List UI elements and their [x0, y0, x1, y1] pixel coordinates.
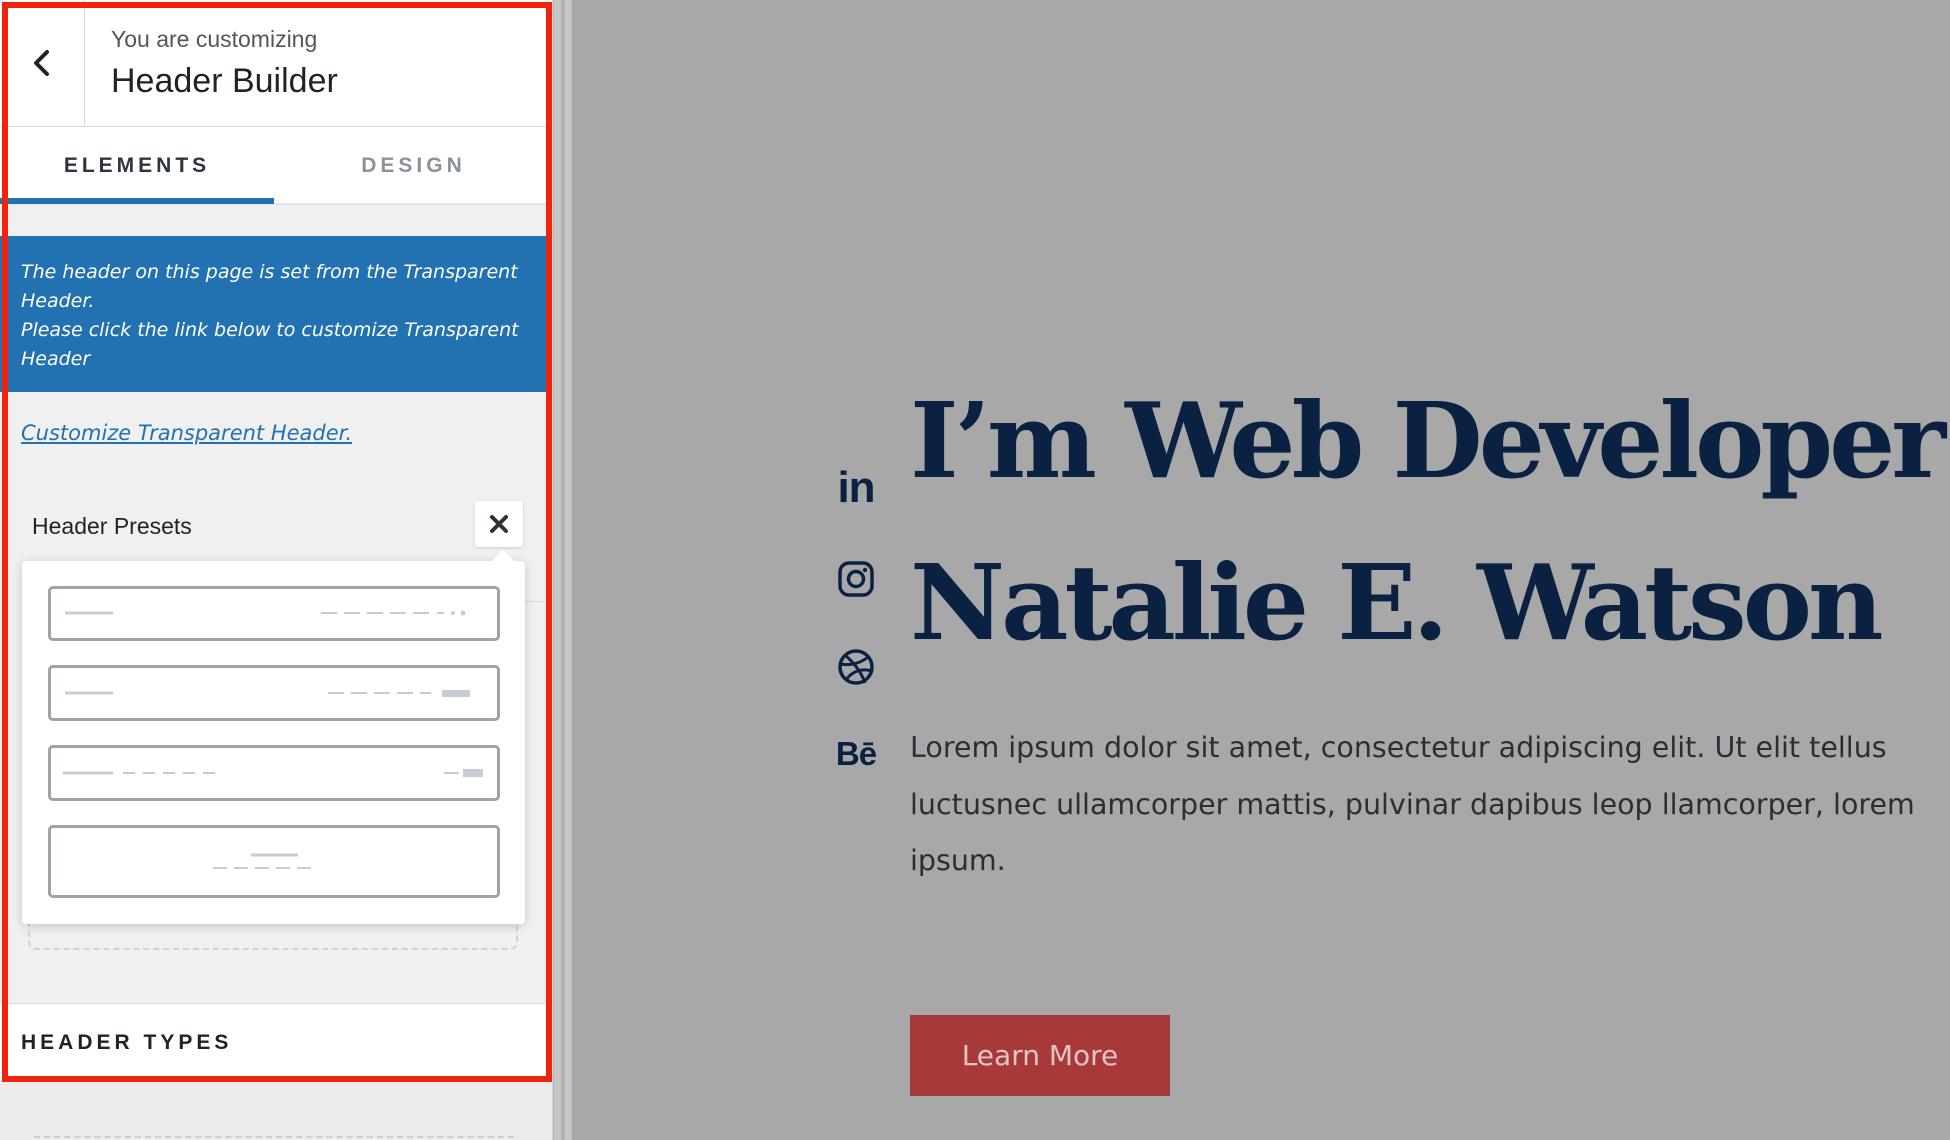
customize-transparent-header-link[interactable]: Customize Transparent Header.: [21, 421, 352, 445]
customizer-header: You are customizing Header Builder: [0, 0, 552, 127]
presets-close-button[interactable]: [475, 501, 523, 547]
notice-line-2: Please click the link below to customize…: [21, 319, 519, 370]
hero-title: I’m Web Developer Natalie E. Watson: [910, 360, 1950, 684]
behance-icon[interactable]: Bē: [834, 732, 878, 776]
sidebar-footer-area: [0, 1082, 552, 1140]
hero-title-line-1: I’m Web Developer: [910, 379, 1946, 502]
sidebar-footer-dash: [34, 1136, 514, 1138]
header-presets-popup: [22, 550, 525, 924]
dribbble-icon[interactable]: [834, 645, 878, 689]
preset-1-thumbnail: [65, 610, 466, 616]
preset-3-thumbnail: [63, 769, 483, 777]
close-icon: [490, 515, 508, 533]
header-presets-label: Header Presets: [32, 513, 192, 539]
preset-card-1[interactable]: [48, 586, 500, 641]
tabs-bar: ELEMENTS DESIGN: [0, 127, 552, 205]
resize-divider-line: [561, 0, 565, 1140]
tab-elements[interactable]: ELEMENTS: [0, 127, 274, 205]
active-tab-indicator: [0, 198, 274, 204]
hero-description: Lorem ipsum dolor sit amet, consectetur …: [910, 731, 1915, 877]
preset-card-4[interactable]: [48, 825, 500, 898]
preset-card-3[interactable]: [48, 745, 500, 801]
notice-line-1: The header on this page is set from the …: [21, 261, 518, 312]
instagram-icon[interactable]: [834, 557, 878, 601]
preset-card-2[interactable]: [48, 665, 500, 721]
preset-4-thumbnail: [213, 853, 311, 869]
customizer-sidebar: You are customizing Header Builder ELEME…: [0, 0, 553, 1140]
section-title: Header Builder: [111, 62, 338, 100]
learn-more-button[interactable]: Learn More: [910, 1015, 1170, 1096]
customizing-label: You are customizing: [111, 26, 318, 52]
header-types-section[interactable]: HEADER TYPES: [0, 1003, 552, 1081]
transparent-header-notice: The header on this page is set from the …: [0, 236, 552, 392]
linkedin-icon[interactable]: in: [834, 463, 878, 512]
back-button[interactable]: [0, 0, 85, 126]
chevron-left-icon: [34, 50, 49, 76]
preset-2-thumbnail: [65, 690, 470, 697]
hero-title-line-2: Natalie E. Watson: [910, 541, 1884, 664]
tab-design[interactable]: DESIGN: [274, 127, 552, 205]
